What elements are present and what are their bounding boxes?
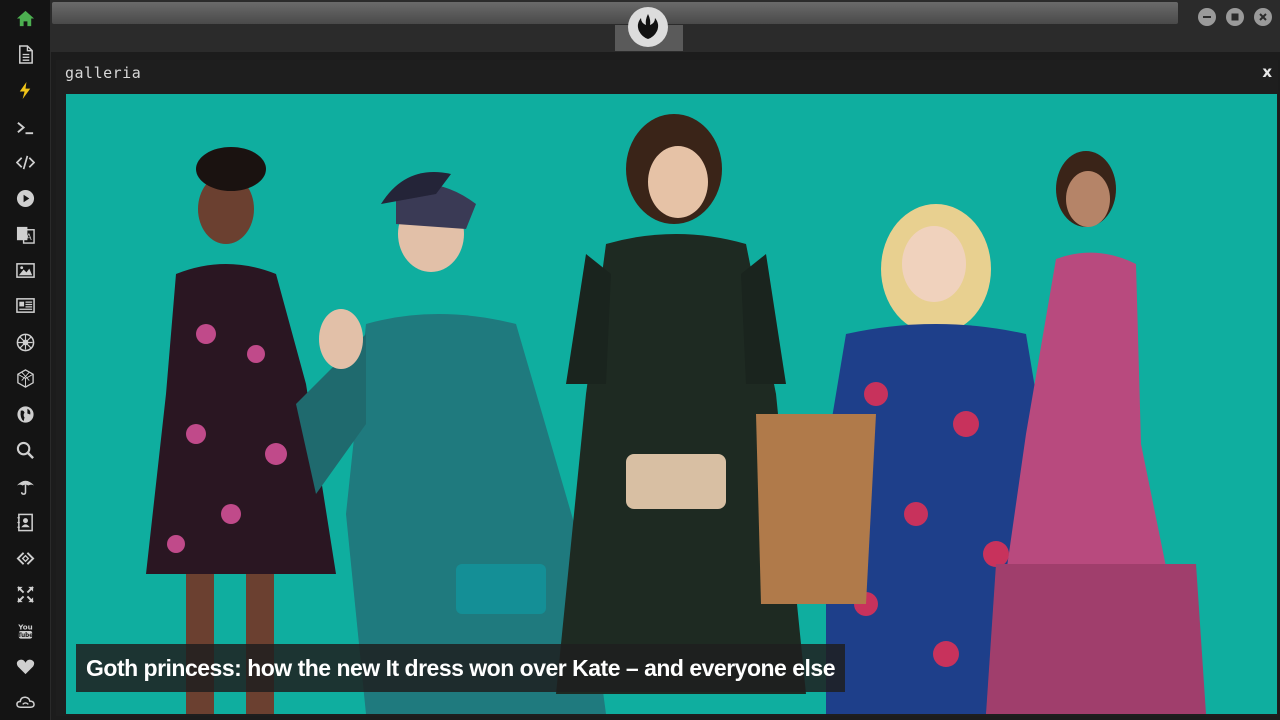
sidebar-expand[interactable]: [0, 579, 50, 609]
sidebar-lightning[interactable]: [0, 75, 50, 105]
maximize-icon[interactable]: [1226, 8, 1244, 26]
sidebar-search[interactable]: [0, 435, 50, 465]
sidebar-news[interactable]: [0, 290, 50, 320]
contact-icon: [16, 513, 33, 531]
play-icon: [16, 189, 34, 207]
home-icon: [16, 10, 34, 26]
search-icon: [16, 441, 34, 459]
terminal-icon: [16, 121, 33, 134]
svg-text:You: You: [17, 622, 32, 631]
rebel-alliance-icon[interactable]: [628, 7, 668, 47]
sidebar-umbrella[interactable]: [0, 471, 50, 501]
globe-icon: [16, 405, 34, 423]
top-bar: [50, 0, 1280, 52]
sidebar-contact[interactable]: [0, 507, 50, 537]
panel-close-button[interactable]: x: [1262, 63, 1272, 81]
empire-icon: [16, 333, 34, 351]
image-caption: Goth princess: how the new It dress won …: [76, 644, 845, 692]
lightning-icon: [19, 81, 30, 99]
translate-icon: A: [16, 226, 35, 244]
document-icon: [18, 44, 33, 64]
sidebar-cube[interactable]: [0, 363, 50, 393]
sidebar-terminal[interactable]: [0, 112, 50, 142]
gallery-panel: galleria x Goth princess: how the new It…: [56, 60, 1278, 716]
svg-text:Tube: Tube: [17, 633, 32, 639]
fashion-photo: [66, 94, 1277, 714]
sidebar-home[interactable]: [0, 3, 50, 33]
heart-icon: [16, 659, 34, 674]
sidebar-empire[interactable]: [0, 327, 50, 357]
cloud-icon: [15, 695, 35, 708]
close-icon[interactable]: [1254, 8, 1272, 26]
gallery-image[interactable]: Goth princess: how the new It dress won …: [66, 94, 1277, 714]
svg-text:A: A: [25, 233, 31, 243]
panel-title: galleria: [65, 64, 142, 82]
newspaper-icon: [15, 297, 35, 313]
sidebar-document[interactable]: [0, 39, 50, 69]
sidebar-link[interactable]: [0, 543, 50, 573]
sidebar-play[interactable]: [0, 183, 50, 213]
address-bar[interactable]: [52, 2, 1178, 24]
sidebar-heart[interactable]: [0, 651, 50, 681]
sidebar: A You Tube: [0, 0, 51, 720]
image-icon: [15, 262, 35, 278]
link-icon: [16, 551, 34, 565]
umbrella-icon: [16, 480, 34, 495]
sidebar-image[interactable]: [0, 255, 50, 285]
sidebar-code[interactable]: [0, 147, 50, 177]
sidebar-youtube[interactable]: You Tube: [0, 615, 50, 645]
youtube-icon: You Tube: [17, 622, 33, 639]
code-icon: [15, 155, 35, 169]
sidebar-globe[interactable]: [0, 399, 50, 429]
minimize-icon[interactable]: [1198, 8, 1216, 26]
sidebar-cloud[interactable]: [0, 687, 50, 717]
cube-icon: [16, 368, 34, 388]
expand-icon: [16, 585, 34, 603]
sidebar-translate[interactable]: A: [0, 219, 50, 249]
